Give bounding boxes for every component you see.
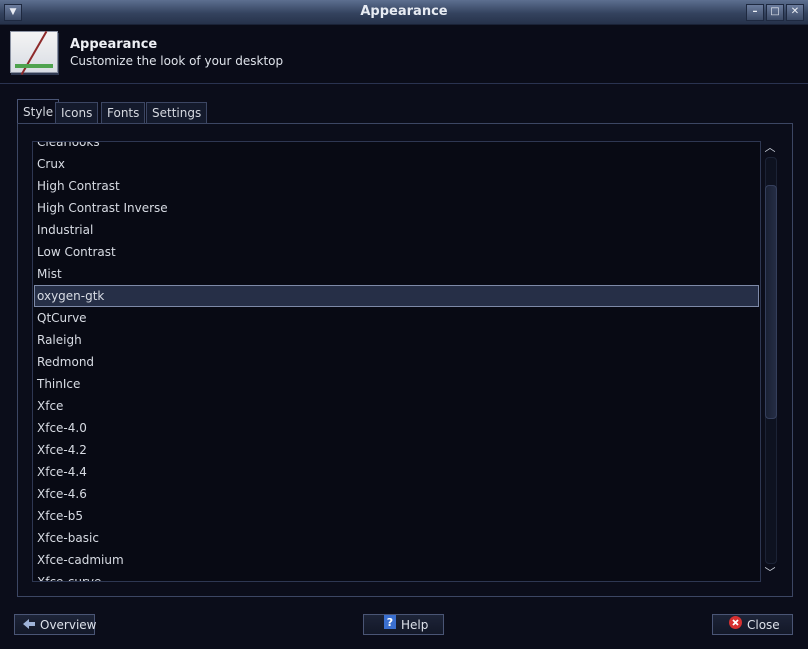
scroll-up-icon[interactable]: ︿: [762, 141, 778, 155]
theme-list-item[interactable]: Xfce: [33, 395, 760, 417]
scroll-thumb[interactable]: [765, 185, 777, 419]
theme-list-item[interactable]: Clearlooks: [33, 142, 760, 153]
theme-list-items: Clearlooks Crux High Contrast High Contrast…: [33, 142, 760, 581]
theme-list-item[interactable]: Xfce-curve: [33, 571, 760, 581]
window-controls: – □ ✕: [746, 4, 804, 21]
theme-list-item[interactable]: ThinIce: [33, 373, 760, 395]
theme-list-item[interactable]: Low Contrast: [33, 241, 760, 263]
theme-list-item[interactable]: Xfce-4.6: [33, 483, 760, 505]
tab-icons[interactable]: Icons: [55, 102, 99, 124]
theme-list-item[interactable]: Xfce-4.2: [33, 439, 760, 461]
svg-text:?: ?: [387, 616, 393, 629]
scroll-down-icon[interactable]: ﹀: [762, 566, 778, 580]
overview-button[interactable]: Overview: [14, 614, 97, 635]
header-title: Appearance: [70, 37, 158, 52]
theme-list-item[interactable]: High Contrast: [33, 175, 760, 197]
style-panel: Clearlooks Crux High Contrast High Contrast…: [17, 123, 793, 597]
theme-list-scrollbar[interactable]: ︿ ﹀: [762, 141, 778, 580]
tab-fonts[interactable]: Fonts: [101, 102, 146, 124]
theme-list-item[interactable]: High Contrast Inverse: [33, 197, 760, 219]
appearance-icon: [10, 30, 58, 76]
theme-list-item[interactable]: Industrial: [33, 219, 760, 241]
help-button-label: Help: [401, 617, 429, 632]
title-bar: ▼ Appearance – □ ✕: [0, 0, 808, 25]
theme-list-item[interactable]: Crux: [33, 153, 760, 175]
window-title: Appearance: [360, 4, 448, 19]
theme-list-item[interactable]: QtCurve: [33, 307, 760, 329]
close-button-label: Close: [747, 617, 780, 632]
theme-list-item[interactable]: Xfce-cadmium: [33, 549, 760, 571]
maximize-button[interactable]: □: [766, 4, 784, 21]
close-button[interactable]: Close: [712, 614, 793, 635]
minimize-button[interactable]: –: [746, 4, 764, 21]
theme-list-item[interactable]: Xfce-b5: [33, 505, 760, 527]
theme-list[interactable]: Clearlooks Crux High Contrast High Contrast…: [32, 141, 761, 582]
arrow-left-icon: [23, 615, 35, 635]
theme-list-item[interactable]: oxygen-gtk: [34, 285, 759, 307]
help-icon: ?: [384, 614, 396, 635]
theme-list-item[interactable]: Redmond: [33, 351, 760, 373]
theme-list-item[interactable]: Raleigh: [33, 329, 760, 351]
tab-style[interactable]: Style: [17, 99, 60, 125]
help-button[interactable]: ? Help: [363, 614, 444, 635]
tab-settings[interactable]: Settings: [146, 102, 208, 124]
overview-button-label: Overview: [40, 617, 97, 632]
theme-list-item[interactable]: Mist: [33, 263, 760, 285]
close-window-button[interactable]: ✕: [786, 4, 804, 21]
theme-list-item[interactable]: Xfce-basic: [33, 527, 760, 549]
theme-list-item[interactable]: Xfce-4.0: [33, 417, 760, 439]
header-subtitle: Customize the look of your desktop: [70, 54, 284, 68]
close-icon: [729, 615, 742, 635]
dialog-header: Appearance Customize the look of your de…: [0, 25, 808, 84]
theme-list-item[interactable]: Xfce-4.4: [33, 461, 760, 483]
